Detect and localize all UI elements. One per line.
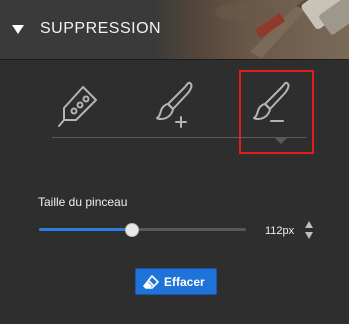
slider-fill xyxy=(39,228,133,231)
brush-size-value: 112px xyxy=(265,225,295,237)
brush-plus-tool-button[interactable] xyxy=(143,75,203,135)
eraser-icon xyxy=(143,275,159,289)
cutter-icon xyxy=(58,86,97,127)
panel-title: SUPPRESSION xyxy=(40,20,162,37)
brush-size-stepper[interactable] xyxy=(303,220,315,242)
erase-button[interactable]: Effacer xyxy=(135,268,217,295)
slider-thumb[interactable] xyxy=(125,223,140,237)
selected-tool-notch-icon xyxy=(274,137,288,144)
brush-plus-icon xyxy=(156,81,193,128)
collapse-caret-icon[interactable] xyxy=(12,25,24,34)
stepper-up-icon[interactable] xyxy=(305,221,313,228)
brush-size-slider[interactable] xyxy=(39,223,246,237)
cutter-tool-button[interactable] xyxy=(50,75,110,135)
stepper-down-icon[interactable] xyxy=(305,232,313,239)
tools-divider xyxy=(52,137,306,138)
brush-size-label: Taille du pinceau xyxy=(38,195,128,209)
panel-header[interactable]: SUPPRESSION xyxy=(0,0,349,60)
erase-button-label: Effacer xyxy=(164,275,205,289)
